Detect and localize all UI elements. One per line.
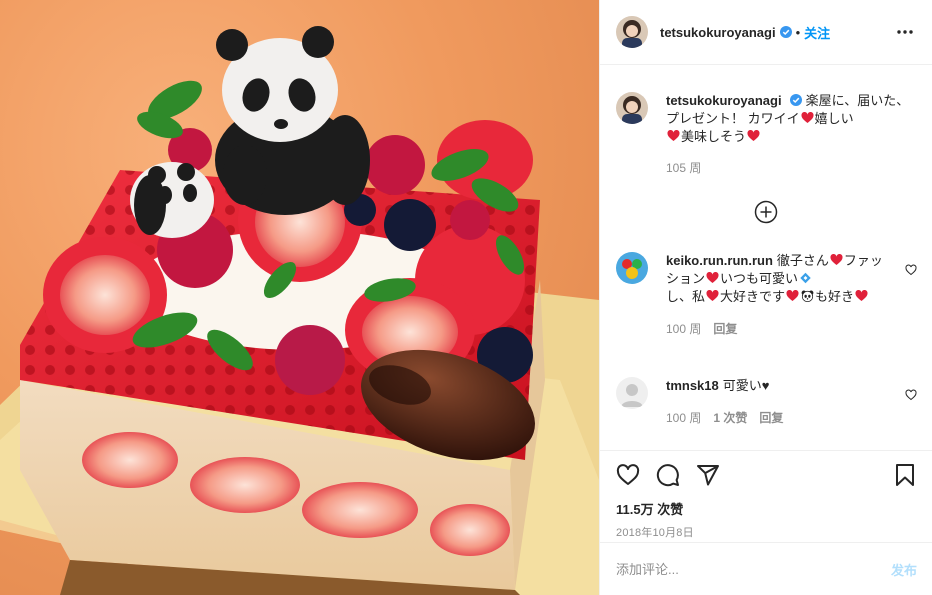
header-username[interactable]: tetsukokuroyanagi <box>660 25 776 40</box>
red-heart-emoji-icon <box>830 254 843 265</box>
comments-section[interactable]: tetsukokuroyanagi 楽屋に、届いた、プレゼント！ カワイイ 嬉しい美… <box>600 65 932 450</box>
avatar[interactable] <box>616 252 648 284</box>
red-heart-emoji-icon <box>706 290 719 301</box>
action-bar: 11.5万 次赞 2018年10月8日 <box>600 450 932 540</box>
comment-text: 可愛い♥ <box>722 378 770 393</box>
avatar[interactable] <box>616 16 648 48</box>
post-comment-button[interactable]: 发布 <box>891 560 917 579</box>
red-heart-emoji-icon <box>667 130 680 141</box>
comment-text: 徹子さん <box>776 253 829 268</box>
caption-row: tetsukokuroyanagi 楽屋に、届いた、プレゼント！ カワイイ 嬉しい美… <box>616 92 917 177</box>
caption-username[interactable]: tetsukokuroyanagi <box>666 93 782 108</box>
panda-emoji-icon <box>801 290 814 302</box>
diamond-emoji-icon <box>800 272 811 284</box>
add-comment-bar: 发布 <box>600 542 932 595</box>
cake-image <box>0 26 599 595</box>
reply-button[interactable]: 回复 <box>759 409 783 427</box>
post-side-panel: tetsukokuroyanagi • 关注 tetsukokuroyanagi… <box>599 0 932 595</box>
more-options-icon[interactable] <box>893 20 917 44</box>
verified-badge-icon <box>789 94 802 106</box>
comment-input[interactable] <box>616 561 891 577</box>
likes-count[interactable]: 11.5万 次赞 <box>616 499 917 518</box>
comment-text: し、私 <box>666 289 706 304</box>
comment-icon[interactable] <box>656 463 680 487</box>
caption-age[interactable]: 105 周 <box>666 159 701 177</box>
caption-text: 嬉しい <box>814 111 854 126</box>
reply-button[interactable]: 回复 <box>713 320 737 338</box>
comment-username[interactable]: keiko.run.run.run <box>666 253 773 268</box>
heart-outline-icon[interactable] <box>616 463 640 487</box>
comment-username[interactable]: tmnsk18 <box>666 378 719 393</box>
share-icon[interactable] <box>696 463 720 487</box>
plus-circle-icon[interactable] <box>754 200 778 224</box>
red-heart-emoji-icon <box>786 290 799 301</box>
verified-badge-icon <box>779 26 792 38</box>
comment-like-heart-icon[interactable] <box>905 264 917 276</box>
comment-like-heart-icon[interactable] <box>905 389 917 401</box>
avatar[interactable] <box>616 92 648 124</box>
comment-text: 大好きです <box>720 289 786 304</box>
separator-dot: • <box>795 24 801 40</box>
follow-button[interactable]: 关注 <box>804 23 830 42</box>
comment-age[interactable]: 100 周 <box>666 409 701 427</box>
post-header: tetsukokuroyanagi • 关注 <box>600 0 932 65</box>
bookmark-icon[interactable] <box>893 463 917 487</box>
post-photo[interactable] <box>0 0 599 595</box>
red-heart-emoji-icon <box>747 130 760 141</box>
comment-text: も好き <box>815 289 855 304</box>
avatar[interactable] <box>616 377 648 409</box>
post-date[interactable]: 2018年10月8日 <box>616 524 917 540</box>
comment-text: いつも可愛い <box>720 271 799 286</box>
red-heart-emoji-icon <box>855 290 868 301</box>
caption-text: 美味しそう <box>681 129 747 144</box>
red-heart-emoji-icon <box>706 272 719 283</box>
comment-age[interactable]: 100 周 <box>666 320 701 338</box>
red-heart-emoji-icon <box>801 112 814 123</box>
comment-likes-count[interactable]: 1 次赞 <box>713 409 747 427</box>
comment-row: keiko.run.run.run 徹子さん ファッション いつも可愛い し、私 大好きで… <box>616 252 917 338</box>
comment-row: tmnsk18 可愛い♥ 100 周 1 次赞 回复 <box>616 377 917 427</box>
